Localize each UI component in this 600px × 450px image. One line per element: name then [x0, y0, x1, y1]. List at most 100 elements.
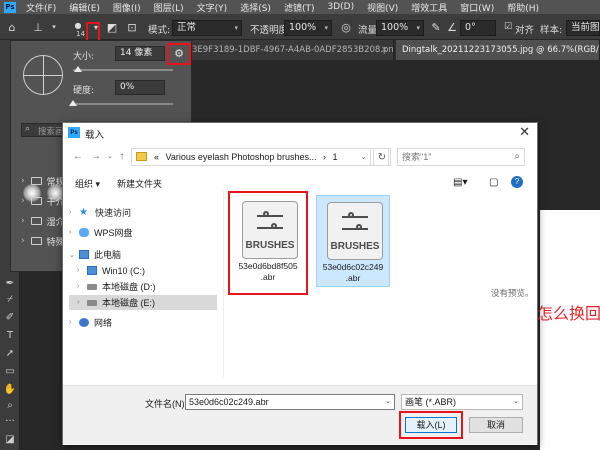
color-swatch-icon[interactable]: ◪ [3, 432, 17, 446]
menu-image[interactable]: 图像(I) [113, 1, 141, 14]
menu-filter[interactable]: 滤镜(T) [284, 1, 315, 14]
nav-item-this-pc[interactable]: ⌄ 此电脑 [69, 247, 217, 262]
windows-drive-icon [87, 266, 97, 275]
menu-plugins[interactable]: 增效工具 [411, 1, 447, 14]
file-name: 53e0d6c02c249 .abr [317, 262, 389, 284]
nav-item-drive-e[interactable]: › 本地磁盘 (E:) [69, 295, 217, 310]
rectangle-tool-icon[interactable]: ▭ [3, 364, 17, 378]
eyedropper-tool-icon[interactable]: ⌿ [3, 292, 17, 306]
forward-arrow-icon[interactable]: → [89, 149, 103, 163]
breadcrumb-current[interactable]: 1 [333, 152, 338, 162]
computer-icon [79, 250, 89, 259]
sample-select[interactable]: 当前图层 [566, 20, 600, 36]
search-input[interactable]: 搜索"1" ⌕ [397, 148, 525, 166]
chevron-down-icon[interactable]: ⌄ [385, 395, 391, 409]
brush-settings-panel-icon[interactable]: ◩ [104, 19, 120, 35]
organize-button[interactable]: 组织 ▾ [75, 177, 100, 190]
breadcrumb-separator: › [322, 152, 326, 162]
close-icon[interactable]: × [381, 40, 388, 60]
menu-help[interactable]: 帮助(H) [507, 1, 539, 14]
file-item-selected[interactable]: BRUSHES 53e0d6c02c249 .abr [316, 195, 390, 287]
more-tools-icon[interactable]: ··· [3, 414, 17, 428]
filename-input[interactable]: 53e0d6c02c249.abr ⌄ [185, 394, 395, 410]
hand-tool-icon[interactable]: ✋ [3, 382, 17, 396]
nav-item-wps-cloud[interactable]: › WPS网盘 [69, 225, 217, 240]
menu-view[interactable]: 视图(V) [367, 1, 398, 14]
brush-file-icon-label: BRUSHES [330, 241, 380, 252]
pen-path-tool-icon[interactable]: ✐ [3, 310, 17, 324]
hardness-field[interactable]: 0% [115, 80, 165, 95]
refresh-icon[interactable]: ↻ [373, 148, 391, 166]
chevron-right-icon[interactable]: › [69, 319, 77, 326]
brush-tool-icon[interactable]: ⊥ [30, 19, 46, 35]
size-slider[interactable] [73, 69, 173, 71]
opacity-field[interactable]: 100% ▾ [284, 20, 332, 36]
chevron-right-icon[interactable]: › [77, 267, 85, 274]
chevron-right-icon[interactable]: › [77, 299, 85, 306]
close-icon[interactable]: ✕ [519, 124, 530, 140]
back-arrow-icon[interactable]: ← [71, 149, 85, 163]
align-checkbox[interactable]: ☑ [500, 19, 516, 35]
nav-item-drive-c[interactable]: › Win10 (C:) [69, 263, 217, 278]
tab-document-jpg[interactable]: Dingtalk_20211223173055.jpg @ 66.7%(RGB/… [396, 40, 600, 60]
tool-preset-dropdown-icon[interactable]: ▾ [46, 19, 62, 35]
breadcrumb-overflow[interactable]: « [154, 152, 159, 162]
mode-select[interactable]: 正常 ▾ [172, 20, 242, 36]
clone-source-icon[interactable]: ⊡ [124, 19, 140, 35]
view-options-icon[interactable]: ▤▾ [453, 177, 467, 188]
flow-field[interactable]: 100% ▾ [376, 20, 424, 36]
nav-item-network[interactable]: › 网络 [69, 315, 217, 330]
cancel-button[interactable]: 取消 [469, 417, 523, 433]
address-bar[interactable]: « Various eyelash Photoshop brushes... ›… [131, 148, 389, 166]
menu-3d[interactable]: 3D(D) [327, 2, 354, 12]
canvas-document[interactable] [540, 210, 600, 450]
size-slider-thumb[interactable] [74, 66, 82, 72]
hardness-slider[interactable] [73, 103, 173, 105]
type-tool-icon[interactable]: T [3, 328, 17, 342]
brush-picker-dropdown-icon[interactable]: ▾ [88, 19, 104, 35]
options-bar: ⌂ ⊥ ▾ ● 14 ▾ ◩ ⊡ 模式: 正常 ▾ 不透明度: 100% ▾ ◎ 流… [0, 14, 600, 44]
hardness-slider-thumb[interactable] [69, 100, 77, 106]
chevron-right-icon[interactable]: › [69, 229, 77, 236]
load-button[interactable]: 载入(L) [405, 417, 457, 433]
chevron-right-icon: › [21, 196, 25, 206]
help-icon[interactable]: ? [511, 176, 523, 188]
tab-document-png[interactable]: 3E9F3189-1DBF-4967-A4AB-0ADF2853B208.png… [186, 40, 394, 60]
filetype-select[interactable]: 画笔 (*.ABR) ⌄ [401, 394, 523, 410]
breadcrumb-folder[interactable]: Various eyelash Photoshop brushes... [166, 152, 317, 162]
preview-pane-icon[interactable]: ▢ [489, 177, 498, 188]
brush-file-icon: BRUSHES [327, 202, 383, 260]
brush-angle-preview[interactable] [23, 55, 63, 95]
chevron-right-icon[interactable]: › [69, 209, 77, 216]
new-folder-button[interactable]: 新建文件夹 [117, 177, 162, 190]
nav-item-drive-d[interactable]: › 本地磁盘 (D:) [69, 279, 217, 294]
zoom-tool-icon[interactable]: ⌕ [3, 398, 17, 412]
nav-item-label: 此电脑 [94, 250, 122, 260]
size-field[interactable]: 14 像素 [115, 46, 165, 61]
menu-bar: Ps 文件(F) 编辑(E) 图像(I) 图层(L) 文字(Y) 选择(S) 滤… [0, 0, 600, 14]
dialog-titlebar: Ps 载入 ✕ [63, 123, 537, 143]
nav-item-quick-access[interactable]: › ★ 快速访问 [69, 205, 217, 220]
chevron-right-icon[interactable]: › [77, 283, 85, 290]
path-selection-tool-icon[interactable]: ➚ [3, 346, 17, 360]
menu-select[interactable]: 选择(S) [240, 1, 271, 14]
menu-layer[interactable]: 图层(L) [154, 1, 184, 14]
pen-tool-icon[interactable]: ✒ [3, 276, 17, 290]
gear-icon[interactable]: ⚙ [171, 45, 187, 61]
photoshop-logo-icon: Ps [68, 127, 80, 138]
nav-item-label: 快速访问 [95, 208, 132, 218]
network-icon [79, 318, 89, 327]
menu-type[interactable]: 文字(Y) [197, 1, 228, 14]
angle-field[interactable]: 0° [460, 20, 496, 36]
menu-window[interactable]: 窗口(W) [460, 1, 494, 14]
menu-edit[interactable]: 编辑(E) [69, 1, 100, 14]
home-icon[interactable]: ⌂ [4, 19, 20, 35]
file-item[interactable]: BRUSHES 53e0d6bd8f505 .abr [232, 195, 306, 287]
menu-file[interactable]: 文件(F) [26, 1, 56, 14]
chevron-down-icon[interactable]: ⌄ [69, 251, 77, 259]
pressure-opacity-icon[interactable]: ◎ [338, 19, 354, 35]
airbrush-icon[interactable]: ✎ [428, 19, 444, 35]
drive-icon [87, 283, 97, 290]
address-history-dropdown[interactable]: ⌄ [357, 148, 371, 166]
up-arrow-icon[interactable]: ↑ [115, 149, 129, 163]
